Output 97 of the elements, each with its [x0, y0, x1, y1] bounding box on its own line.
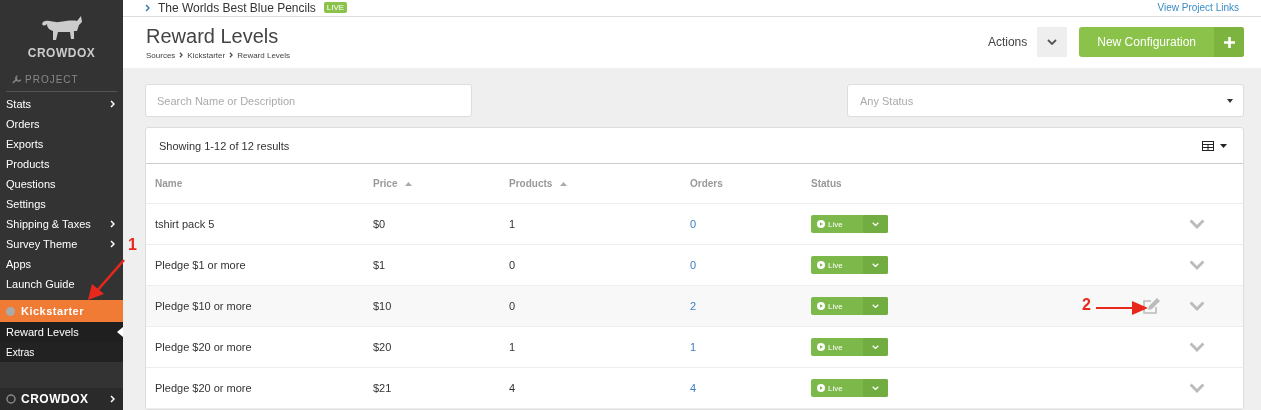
expand-chevron-icon	[1189, 342, 1205, 352]
table-cell-text: 0	[509, 300, 517, 312]
sidebar-item[interactable]: Survey Theme	[0, 234, 123, 254]
breadcrumb-link[interactable]: Kickstarter	[187, 50, 226, 60]
caret-down-icon	[1220, 143, 1227, 148]
breadcrumb-link[interactable]: Sources	[146, 50, 176, 60]
project-links-link[interactable]: View Project Links	[1157, 2, 1239, 14]
expand-chevron-icon	[1189, 219, 1205, 229]
column-picker-button[interactable]	[1202, 140, 1227, 151]
plus-icon	[1223, 36, 1235, 48]
table-cell-text: $20	[373, 341, 393, 353]
footer-brand: CROWDOX	[21, 392, 90, 406]
chevron-down-icon	[872, 221, 879, 227]
column-header[interactable]: Name	[155, 178, 373, 189]
breadcrumb-link[interactable]: Reward Levels	[237, 50, 291, 60]
table-cell-text: 4	[509, 382, 517, 394]
expand-chevron-icon	[1189, 260, 1205, 270]
table-cell-text: $1	[373, 259, 387, 271]
column-header[interactable]: Status	[811, 178, 1243, 189]
orders-link[interactable]: 0	[690, 259, 697, 271]
sidebar-item[interactable]: Questions	[0, 174, 123, 194]
status-button[interactable]: Live	[811, 297, 888, 315]
sidebar-item[interactable]: Products	[0, 154, 123, 174]
sidebar-item[interactable]: Orders	[0, 114, 123, 134]
sidebar-item[interactable]: Shipping & Taxes	[0, 214, 123, 234]
ring-icon	[6, 394, 16, 404]
chevron-down-icon	[1047, 39, 1058, 46]
wrench-icon	[12, 75, 21, 84]
play-icon	[817, 302, 825, 310]
table-cell-text: Pledge $20 or more	[155, 341, 253, 353]
chevron-down-icon	[872, 385, 879, 391]
sidebar-item[interactable]: Launch Guide	[0, 274, 123, 294]
play-icon	[817, 261, 825, 269]
status-dropdown[interactable]: Any Status	[847, 84, 1244, 117]
orders-link[interactable]: 2	[690, 300, 697, 312]
orders-link[interactable]: 1	[690, 341, 697, 353]
sort-up-icon	[405, 181, 413, 186]
status-button[interactable]: Live	[811, 379, 888, 397]
table-cell-text: $21	[373, 382, 393, 394]
table-cell-text: 1	[509, 341, 517, 353]
play-icon	[817, 384, 825, 392]
sidebar-subitem[interactable]: Extras	[0, 342, 123, 362]
sidebar-source-item[interactable]: Kickstarter	[0, 300, 123, 322]
chevron-right-icon	[229, 52, 234, 59]
chevron-down-icon	[872, 262, 879, 268]
results-summary: Showing 1-12 of 12 results	[159, 139, 290, 152]
annotation-arrow	[1096, 301, 1148, 315]
sidebar-item[interactable]: Exports	[0, 134, 123, 154]
play-icon	[817, 343, 825, 351]
chevron-down-icon	[872, 344, 879, 350]
sidebar-item[interactable]: Settings	[0, 194, 123, 214]
table-cell-text: 1	[509, 218, 517, 230]
table-cell-text: Pledge $1 or more	[155, 259, 247, 271]
annotation-number: 1	[128, 236, 137, 254]
column-header[interactable]: Orders	[690, 178, 811, 189]
caret-down-icon	[1227, 98, 1233, 103]
sort-up-icon	[560, 181, 568, 186]
play-icon	[817, 220, 825, 228]
chevron-right-icon	[145, 3, 150, 12]
search-field[interactable]: Search Name or Description	[145, 84, 472, 117]
sidebar-item[interactable]: Apps	[0, 254, 123, 274]
sidebar-footer[interactable]: CROWDOX	[0, 388, 123, 410]
status-button[interactable]: Live	[811, 256, 888, 274]
expand-chevron-icon	[1189, 301, 1205, 311]
section-label: PROJECT	[25, 74, 79, 85]
orders-link[interactable]: 0	[690, 218, 697, 230]
annotation-arrow	[86, 258, 126, 302]
table-cell-text: Pledge $10 or more	[155, 300, 253, 312]
chevron-right-icon	[110, 395, 115, 403]
status-button[interactable]: Live	[811, 338, 888, 356]
page-title: Reward Levels	[146, 24, 280, 48]
selected-pointer-icon	[117, 327, 123, 337]
chevron-down-icon	[872, 303, 879, 309]
live-badge: LIVE	[323, 2, 348, 14]
edit-icon[interactable]	[1143, 297, 1161, 315]
table-cell-text: $0	[373, 218, 387, 230]
orders-link[interactable]: 4	[690, 382, 697, 394]
circle-icon	[6, 306, 15, 316]
column-header[interactable]: Price	[373, 178, 509, 189]
sidebar-item[interactable]: Stats	[0, 94, 123, 114]
actions-dropdown-button[interactable]	[1037, 27, 1068, 58]
chevron-right-icon	[110, 240, 115, 248]
expand-chevron-icon	[1189, 383, 1205, 393]
column-header[interactable]: Products	[509, 178, 690, 189]
table-icon	[1202, 140, 1214, 151]
status-button[interactable]: Live	[811, 215, 888, 233]
chevron-right-icon	[179, 52, 184, 59]
chevron-right-icon	[110, 100, 115, 108]
annotation-number: 2	[1082, 296, 1091, 314]
actions-label: Actions	[987, 35, 1028, 50]
table-cell-text: 0	[509, 259, 517, 271]
chevron-right-icon	[110, 220, 115, 228]
table-cell-text: $10	[373, 300, 393, 312]
table-cell-text: Pledge $20 or more	[155, 382, 253, 394]
table-cell-text: tshirt pack 5	[155, 218, 216, 230]
brand-logo-text: CROWDOX	[27, 46, 96, 60]
project-name: The Worlds Best Blue Pencils	[158, 0, 316, 15]
